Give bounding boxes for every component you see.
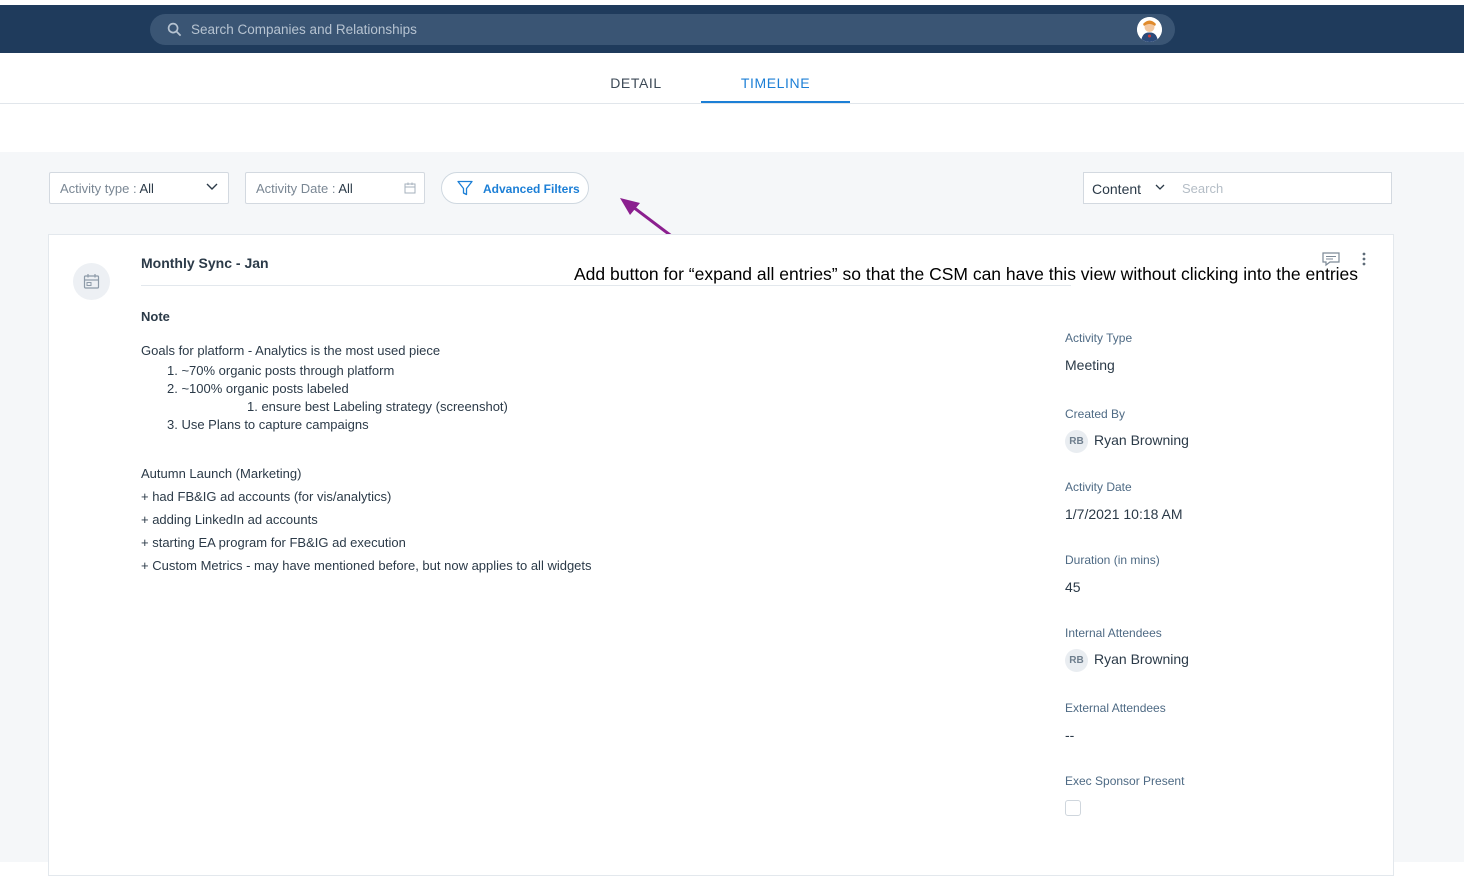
field-exec-sponsor: Exec Sponsor Present [1065,774,1385,816]
person-name: Ryan Browning [1094,651,1189,667]
timeline-search-input[interactable] [1180,173,1384,203]
note-heading: Note [141,309,170,324]
divider [141,285,1071,286]
field-label: Activity Date [1065,480,1132,494]
exec-sponsor-checkbox[interactable] [1065,800,1081,816]
advanced-filters-label: Advanced Filters [483,182,580,196]
field-label: Created By [1065,407,1126,421]
activity-date-filter-text: Activity Date : All [256,181,353,196]
content-select-dropdown[interactable]: Content [1083,172,1174,204]
calendar-icon [83,274,100,289]
activity-type-filter[interactable]: Activity type : All [49,172,229,204]
timeline-entry-card: Monthly Sync - Jan Add button for “expan… [48,234,1394,876]
tab-timeline[interactable]: TIMELINE [701,53,850,103]
field-activity-date: Activity Date 1/7/2021 10:18 AM [1065,480,1385,553]
field-created-by: Created By RB Ryan Browning [1065,407,1385,480]
activity-date-filter[interactable]: Activity Date : All [245,172,425,204]
avatar: RB [1065,648,1088,672]
field-activity-type: Activity Type Meeting [1065,331,1385,407]
user-avatar-icon[interactable] [1137,17,1162,42]
global-search-bar[interactable]: Search Companies and Relationships [150,14,1175,45]
meeting-type-icon [73,263,110,300]
annotation-note: Add button for “expand all entries” so t… [574,264,1359,284]
chevron-down-icon [1155,184,1165,190]
note-line: + Custom Metrics - may have mentioned be… [141,558,592,573]
calendar-icon [404,182,416,194]
content-select-value: Content [1092,181,1142,197]
field-label: Exec Sponsor Present [1065,774,1185,788]
filter-funnel-icon [457,180,473,196]
list-item: 1. ~70% organic posts through platform [167,363,395,378]
more-options-icon[interactable] [1361,251,1367,267]
tab-bar: DETAIL TIMELINE [0,53,1464,104]
field-label: Activity Type [1065,331,1133,345]
avatar: RB [1065,429,1088,453]
person-name: Ryan Browning [1094,432,1189,448]
note-line: Goals for platform - Analytics is the mo… [141,343,441,358]
field-label: Duration (in mins) [1065,553,1160,567]
top-nav-bar: Search Companies and Relationships [0,5,1464,53]
activity-type-filter-text: Activity type : All [60,181,154,196]
person-row: RB Ryan Browning [1065,648,1385,672]
field-duration: Duration (in mins) 45 [1065,553,1385,626]
tab-detail[interactable]: DETAIL [586,53,686,103]
chevron-down-icon [206,183,218,190]
field-external-attendees: External Attendees -- [1065,701,1385,774]
search-icon [167,22,182,37]
entry-title[interactable]: Monthly Sync - Jan [141,255,269,271]
note-content: Note Goals for platform - Analytics is t… [141,309,1021,577]
field-internal-attendees: Internal Attendees RB Ryan Browning [1065,626,1385,701]
field-label: Internal Attendees [1065,626,1162,640]
note-line: Autumn Launch (Marketing) [141,466,302,481]
activity-details-panel: Activity Type Meeting Created By RB Ryan … [1065,331,1385,816]
global-search-placeholder[interactable]: Search Companies and Relationships [191,22,417,37]
field-value: -- [1065,727,1075,743]
timeline-search[interactable] [1173,172,1392,204]
person-row: RB Ryan Browning [1065,429,1385,453]
field-label: External Attendees [1065,701,1166,715]
list-item: 3. Use Plans to capture campaigns [167,417,369,432]
field-value: Meeting [1065,357,1115,373]
field-value: 45 [1065,579,1081,595]
list-item-nested: 1. ensure best Labeling strategy (screen… [247,399,508,414]
note-line: + starting EA program for FB&IG ad execu… [141,535,406,550]
note-line: + adding LinkedIn ad accounts [141,512,318,527]
list-item: 2. ~100% organic posts labeled [167,381,349,396]
note-line: + had FB&IG ad accounts (for vis/analyti… [141,489,392,504]
field-value: 1/7/2021 10:18 AM [1065,506,1183,522]
advanced-filters-button[interactable]: Advanced Filters [441,172,589,204]
